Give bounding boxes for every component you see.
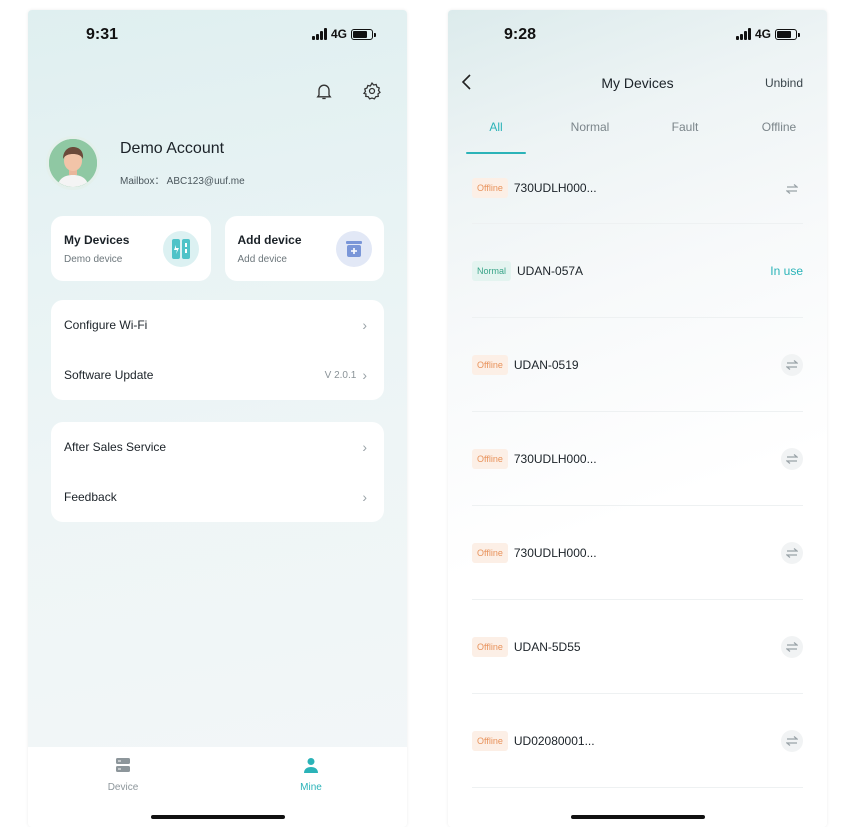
- my-devices-card[interactable]: My Devices Demo device: [51, 216, 211, 281]
- avatar[interactable]: [46, 136, 100, 190]
- add-device-card[interactable]: Add device Add device: [224, 216, 384, 281]
- menu-item-label: Feedback: [64, 490, 117, 504]
- swap-icon[interactable]: [781, 635, 803, 658]
- device-row[interactable]: Offline 730UDLH000...: [472, 160, 803, 224]
- device-list: Offline 730UDLH000... Normal UDAN-057A In …: [472, 160, 803, 788]
- battery-icon: [351, 28, 376, 40]
- tab-label: Mine: [300, 782, 322, 793]
- in-use-label: In use: [770, 263, 803, 278]
- account-name: Demo Account: [120, 140, 225, 157]
- swap-icon[interactable]: [781, 178, 803, 200]
- menu-item-label: Software Update: [64, 368, 154, 382]
- battery-icon: [775, 28, 800, 40]
- chevron-right-icon: ›: [362, 317, 367, 333]
- quick-card-title: My Devices: [64, 233, 130, 247]
- quick-card-subtitle: Demo device: [64, 254, 123, 265]
- status-time: 9:31: [86, 26, 119, 43]
- network-type: 4G: [330, 27, 347, 41]
- status-badge: Offline: [472, 542, 508, 563]
- device-name: UD02080001...: [513, 733, 595, 748]
- feedback-item[interactable]: Feedback ›: [51, 472, 384, 522]
- tab-normal[interactable]: Normal: [555, 120, 625, 134]
- device-row[interactable]: Offline UDAN-5D55: [472, 600, 803, 694]
- status-badge: Offline: [472, 448, 508, 469]
- device-name: UDAN-0519: [513, 357, 579, 372]
- chevron-right-icon: ›: [362, 489, 367, 505]
- device-name: UDAN-5D55: [513, 639, 581, 654]
- after-sales-item[interactable]: After Sales Service ›: [51, 422, 384, 472]
- tab-label: Device: [107, 782, 139, 793]
- device-row[interactable]: Offline 730UDLH000...: [472, 506, 803, 600]
- status-time: 9:28: [504, 26, 537, 43]
- profile-section: Demo Account Mailbox： ABC123@uuf.me: [46, 136, 389, 196]
- software-update-item[interactable]: Software Update V 2.0.1 ›: [51, 350, 384, 400]
- status-bar: 9:31 4G: [28, 10, 407, 60]
- status-badge: Offline: [472, 730, 508, 751]
- home-indicator: [570, 815, 705, 819]
- server-icon: [116, 758, 130, 772]
- chevron-right-icon: ›: [362, 439, 367, 455]
- tab-all[interactable]: All: [461, 120, 531, 134]
- tab-offline[interactable]: Offline: [744, 120, 814, 134]
- swap-icon[interactable]: [781, 353, 803, 376]
- status-indicators: 4G: [735, 27, 800, 41]
- network-type: 4G: [754, 27, 771, 41]
- status-badge: Normal: [472, 260, 512, 281]
- device-name: 730UDLH000...: [513, 451, 597, 466]
- settings-menu: Configure Wi-Fi › Software Update V 2.0.…: [51, 300, 384, 400]
- device-icon: [162, 231, 199, 267]
- gear-icon[interactable]: [361, 80, 383, 102]
- add-box-icon: [336, 231, 372, 267]
- tab-bar: Device Mine: [28, 747, 407, 827]
- person-icon: [304, 758, 318, 773]
- status-badge: Offline: [472, 636, 508, 657]
- status-indicators: 4G: [311, 27, 376, 41]
- menu-item-label: Configure Wi-Fi: [64, 318, 148, 332]
- filter-tabs: All Normal Fault Offline: [448, 114, 827, 154]
- my-devices-screen: 9:28 4G My Devices Unbind All Normal Fau…: [448, 10, 827, 827]
- device-row[interactable]: Normal UDAN-057A In use: [472, 224, 803, 318]
- swap-icon[interactable]: [781, 447, 803, 470]
- version-text: V 2.0.1: [324, 369, 357, 381]
- signal-icon: [311, 28, 327, 40]
- tab-fault[interactable]: Fault: [650, 120, 720, 134]
- device-row[interactable]: Offline 730UDLH000...: [472, 412, 803, 506]
- device-name: 730UDLH000...: [513, 181, 597, 195]
- device-row[interactable]: Offline UD02080001...: [472, 694, 803, 788]
- tab-device[interactable]: Device: [88, 757, 158, 793]
- active-tab-indicator: [466, 152, 526, 154]
- swap-icon[interactable]: [781, 541, 803, 564]
- swap-icon[interactable]: [781, 729, 803, 752]
- mine-screen: 9:31 4G Demo Account Mailbox： ABC123@uuf…: [28, 10, 407, 827]
- unbind-button[interactable]: Unbind: [765, 76, 803, 90]
- home-indicator: [150, 815, 285, 819]
- quick-card-subtitle: Add device: [237, 254, 287, 265]
- quick-card-title: Add device: [237, 233, 302, 247]
- device-row[interactable]: Offline UDAN-0519: [472, 318, 803, 412]
- support-menu: After Sales Service › Feedback ›: [51, 422, 384, 522]
- signal-icon: [735, 28, 751, 40]
- status-bar: 9:28 4G: [448, 10, 827, 60]
- menu-item-label: After Sales Service: [64, 440, 167, 454]
- bell-icon[interactable]: [313, 80, 335, 102]
- device-name: 730UDLH000...: [513, 545, 597, 560]
- configure-wifi-item[interactable]: Configure Wi-Fi ›: [51, 300, 384, 350]
- nav-bar: My Devices Unbind: [448, 70, 827, 100]
- chevron-right-icon: ›: [362, 367, 367, 383]
- status-badge: Offline: [472, 354, 508, 375]
- mailbox-text: Mailbox： ABC123@uuf.me: [120, 176, 245, 187]
- status-badge: Offline: [472, 178, 508, 198]
- tab-mine[interactable]: Mine: [276, 757, 346, 793]
- device-name: UDAN-057A: [517, 263, 584, 278]
